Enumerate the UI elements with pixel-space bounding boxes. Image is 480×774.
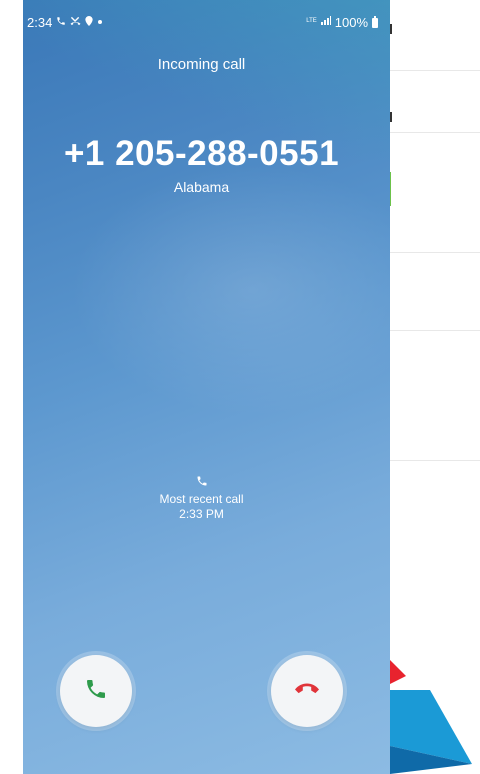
incoming-call-label: Incoming call bbox=[157, 56, 246, 73]
incoming-call-screen: 2:34 LTE 100% Incoming call +1 205-288-0… bbox=[23, 0, 390, 774]
location-icon bbox=[85, 15, 93, 30]
status-left: 2:34 bbox=[27, 15, 103, 30]
dot-icon bbox=[97, 16, 103, 30]
decline-call-button[interactable] bbox=[271, 655, 343, 727]
background-divider bbox=[390, 252, 480, 253]
status-bar: 2:34 LTE 100% bbox=[23, 0, 390, 30]
battery-icon bbox=[372, 15, 378, 28]
status-right: LTE 100% bbox=[306, 15, 378, 30]
caller-location: Alabama bbox=[173, 179, 230, 195]
background-divider bbox=[390, 70, 480, 71]
phone-decline-icon bbox=[294, 682, 320, 701]
phone-icon bbox=[56, 16, 66, 30]
recent-call-label: Most recent call bbox=[159, 492, 244, 506]
accept-call-button[interactable] bbox=[60, 655, 132, 727]
status-time: 2:34 bbox=[27, 15, 53, 30]
lte-icon: LTE bbox=[306, 17, 317, 24]
caller-number: +1 205-288-0551 bbox=[63, 134, 340, 173]
recent-call-info: Most recent call 2:33 PM bbox=[23, 474, 380, 522]
phone-accept-icon bbox=[84, 677, 108, 706]
background-divider bbox=[390, 132, 480, 133]
phone-icon bbox=[196, 474, 208, 486]
background-divider bbox=[390, 330, 480, 331]
battery-percent: 100% bbox=[334, 15, 368, 30]
screenshot-stage: 2:34 LTE 100% Incoming call +1 205-288-0… bbox=[0, 0, 480, 774]
background-divider bbox=[390, 460, 480, 461]
recent-call-time: 2:33 PM bbox=[179, 507, 224, 521]
missed-call-icon bbox=[70, 16, 81, 30]
background-logo bbox=[390, 650, 480, 774]
signal-icon bbox=[320, 16, 331, 29]
